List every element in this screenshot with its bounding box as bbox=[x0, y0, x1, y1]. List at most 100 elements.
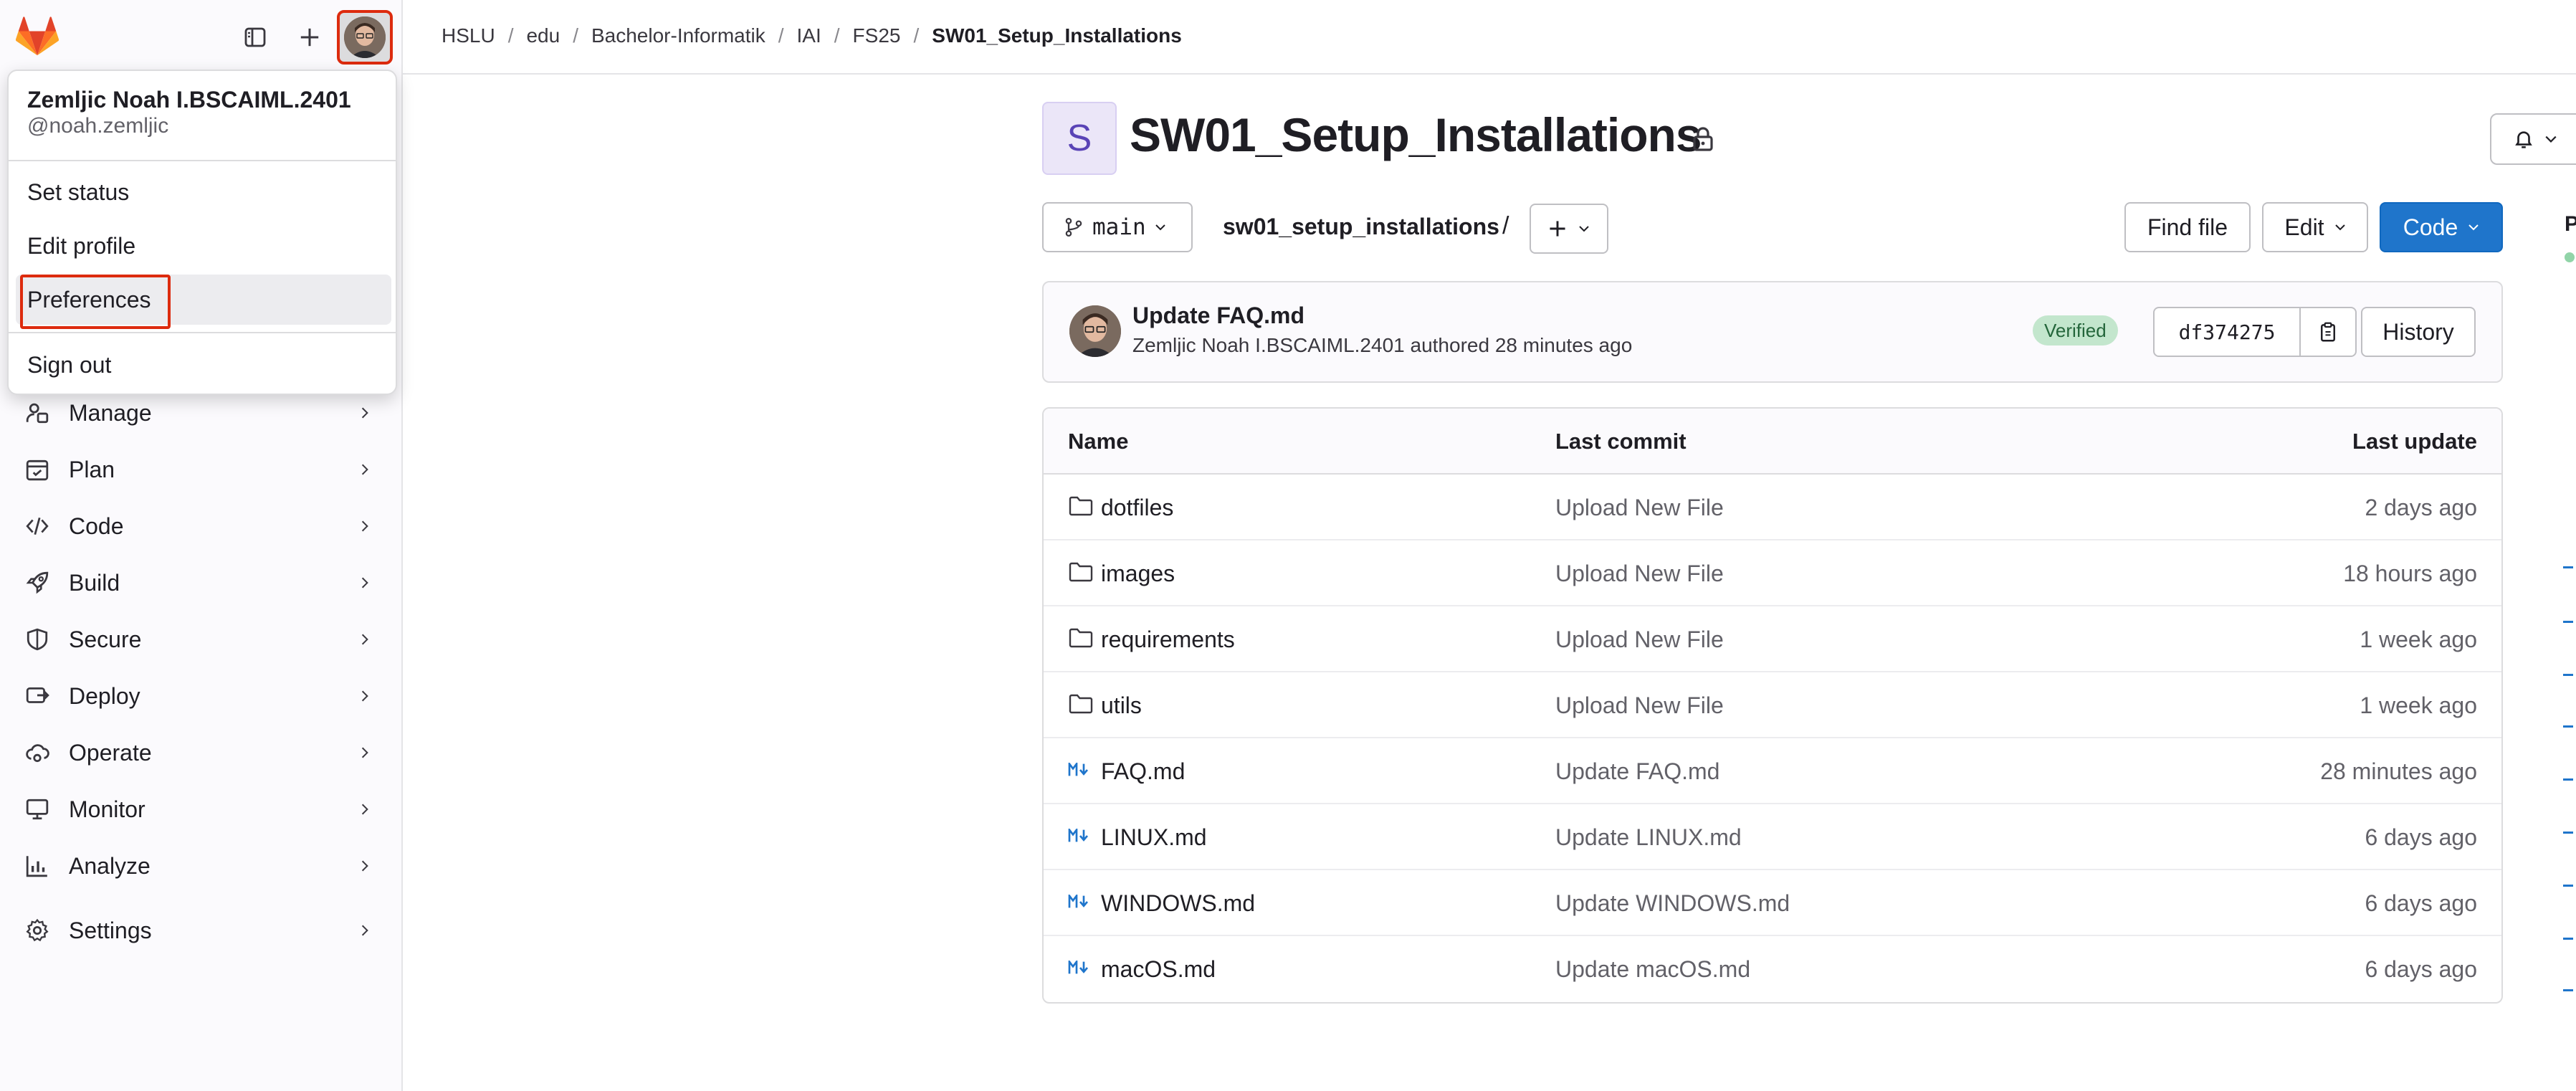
verified-badge[interactable]: Verified bbox=[2033, 315, 2118, 346]
last-commit-link[interactable]: Update macOS.md bbox=[1555, 956, 1750, 983]
file-tree-table: Name Last commit Last update dotfiles Upl… bbox=[1042, 407, 2503, 1004]
commit-sha[interactable]: df374275 bbox=[2155, 308, 2301, 356]
sidebar-item-code[interactable]: Code bbox=[10, 500, 391, 552]
commit-title-link[interactable]: Update FAQ.md bbox=[1132, 302, 1304, 329]
chevron-right-icon bbox=[354, 629, 376, 650]
sidebar-item-plan[interactable]: Plan bbox=[10, 444, 391, 495]
code-button-label: Code bbox=[2403, 214, 2458, 240]
chevron-right-icon bbox=[354, 799, 376, 820]
last-commit-link[interactable]: Upload New File bbox=[1555, 627, 1724, 653]
file-name-link[interactable]: WINDOWS.md bbox=[1101, 890, 1255, 917]
file-name-link[interactable]: utils bbox=[1101, 692, 1142, 719]
breadcrumb-item[interactable]: HSLU bbox=[442, 24, 495, 47]
sidebar-item-analyze[interactable]: Analyze bbox=[10, 840, 391, 892]
chevron-down-icon bbox=[1578, 223, 1590, 234]
panel-link-mark bbox=[2563, 674, 2573, 676]
breadcrumb-item[interactable]: IAI bbox=[797, 24, 821, 47]
breadcrumb-item[interactable]: edu bbox=[526, 24, 560, 47]
repository-path[interactable]: sw01_setup_installations bbox=[1223, 214, 1499, 240]
avatar bbox=[344, 16, 386, 58]
sidebar-item-label: Monitor bbox=[69, 796, 146, 822]
file-name-link[interactable]: LINUX.md bbox=[1101, 824, 1207, 851]
divider bbox=[9, 332, 396, 333]
chevron-right-icon bbox=[354, 685, 376, 707]
chevron-right-icon bbox=[354, 920, 376, 941]
deploy-icon bbox=[23, 682, 52, 710]
breadcrumb-item[interactable]: FS25 bbox=[853, 24, 901, 47]
breadcrumb-separator: / bbox=[507, 24, 514, 47]
chevron-right-icon bbox=[354, 742, 376, 763]
breadcrumb-current[interactable]: SW01_Setup_Installations bbox=[932, 24, 1182, 47]
last-commit-link[interactable]: Update FAQ.md bbox=[1555, 758, 1719, 785]
chevron-right-icon bbox=[354, 572, 376, 594]
table-row: LINUX.md Update LINUX.md 6 days ago bbox=[1044, 804, 2501, 870]
breadcrumb-item[interactable]: Bachelor-Informatik bbox=[591, 24, 765, 47]
panel-link-mark bbox=[2563, 778, 2573, 781]
top-bar: HSLU / edu / Bachelor-Informatik / IAI /… bbox=[403, 0, 2576, 75]
table-row: images Upload New File 18 hours ago bbox=[1044, 540, 2501, 606]
user-avatar-button[interactable] bbox=[337, 10, 393, 65]
sign-out-menu-item[interactable]: Sign out bbox=[16, 340, 391, 390]
last-commit-link[interactable]: Update LINUX.md bbox=[1555, 824, 1742, 851]
edit-button[interactable]: Edit bbox=[2262, 202, 2368, 252]
chevron-right-icon bbox=[354, 855, 376, 877]
copy-sha-button[interactable] bbox=[2301, 308, 2355, 356]
last-update-time: 18 hours ago bbox=[2343, 561, 2477, 586]
table-row: requirements Upload New File 1 week ago bbox=[1044, 606, 2501, 672]
sidebar-item-operate[interactable]: Operate bbox=[10, 727, 391, 778]
last-commit-panel: Update FAQ.md Zemljic Noah I.BSCAIML.240… bbox=[1042, 281, 2503, 383]
gitlab-logo-icon[interactable] bbox=[16, 16, 59, 57]
file-name-link[interactable]: dotfiles bbox=[1101, 495, 1173, 521]
column-header-name: Name bbox=[1068, 429, 1129, 454]
table-row: FAQ.md Update FAQ.md 28 minutes ago bbox=[1044, 738, 2501, 804]
panel-link-mark bbox=[2563, 832, 2573, 834]
bell-icon bbox=[2513, 128, 2534, 151]
sidebar-item-monitor[interactable]: Monitor bbox=[10, 783, 391, 835]
commit-meta: Zemljic Noah I.BSCAIML.2401 authored 28 … bbox=[1132, 334, 1632, 357]
file-name-link[interactable]: requirements bbox=[1101, 627, 1235, 653]
sidebar-item-build[interactable]: Build bbox=[10, 557, 391, 609]
table-row: dotfiles Upload New File 2 days ago bbox=[1044, 475, 2501, 540]
user-menu-dropdown: Zemljic Noah I.BSCAIML.2401 @noah.zemlji… bbox=[7, 70, 397, 395]
sidebar-item-settings[interactable]: Settings bbox=[10, 905, 391, 956]
user-menu-name[interactable]: Zemljic Noah I.BSCAIML.2401 bbox=[27, 87, 351, 113]
file-name-link[interactable]: images bbox=[1101, 561, 1175, 587]
file-name-link[interactable]: FAQ.md bbox=[1101, 758, 1185, 785]
commit-author-link[interactable]: Zemljic Noah I.BSCAIML.2401 bbox=[1132, 334, 1405, 356]
path-separator: / bbox=[1502, 212, 1509, 239]
set-status-menu-item[interactable]: Set status bbox=[16, 167, 391, 217]
sidebar-item-label: Plan bbox=[69, 456, 115, 482]
menu-item-label: Set status bbox=[27, 178, 130, 205]
last-commit-link[interactable]: Upload New File bbox=[1555, 561, 1724, 587]
create-new-plus-icon[interactable] bbox=[294, 22, 325, 53]
last-update-time: 6 days ago bbox=[2365, 956, 2477, 982]
file-name-link[interactable]: macOS.md bbox=[1101, 956, 1216, 983]
last-commit-link[interactable]: Update WINDOWS.md bbox=[1555, 890, 1790, 917]
sidebar-item-secure[interactable]: Secure bbox=[10, 614, 391, 665]
sidebar-item-deploy[interactable]: Deploy bbox=[10, 670, 391, 722]
last-commit-link[interactable]: Upload New File bbox=[1555, 495, 1724, 521]
edit-profile-menu-item[interactable]: Edit profile bbox=[16, 221, 391, 271]
last-commit-link[interactable]: Upload New File bbox=[1555, 692, 1724, 719]
calendar-icon bbox=[23, 455, 52, 484]
sidebar-item-label: Settings bbox=[69, 917, 152, 943]
folder-icon bbox=[1068, 561, 1095, 585]
add-to-tree-button[interactable] bbox=[1530, 204, 1608, 254]
commit-author-avatar[interactable] bbox=[1069, 305, 1121, 357]
branch-selector[interactable]: main bbox=[1042, 202, 1193, 252]
breadcrumb-separator: / bbox=[834, 24, 840, 47]
sidebar-item-label: Secure bbox=[69, 626, 142, 652]
breadcrumb-separator: / bbox=[913, 24, 920, 47]
panel-link-mark bbox=[2563, 566, 2573, 568]
chevron-right-icon bbox=[354, 515, 376, 537]
last-update-time: 6 days ago bbox=[2365, 824, 2477, 850]
last-update-time: 6 days ago bbox=[2365, 890, 2477, 916]
project-title: SW01_Setup_Installations bbox=[1130, 108, 1702, 161]
code-button[interactable]: Code bbox=[2380, 202, 2503, 252]
history-button[interactable]: History bbox=[2361, 307, 2476, 357]
sidebar-toggle-icon[interactable] bbox=[239, 22, 271, 53]
find-file-button[interactable]: Find file bbox=[2124, 202, 2251, 252]
chevron-down-icon bbox=[2544, 133, 2557, 146]
divider bbox=[9, 160, 396, 161]
markdown-file-icon bbox=[1068, 890, 1095, 915]
